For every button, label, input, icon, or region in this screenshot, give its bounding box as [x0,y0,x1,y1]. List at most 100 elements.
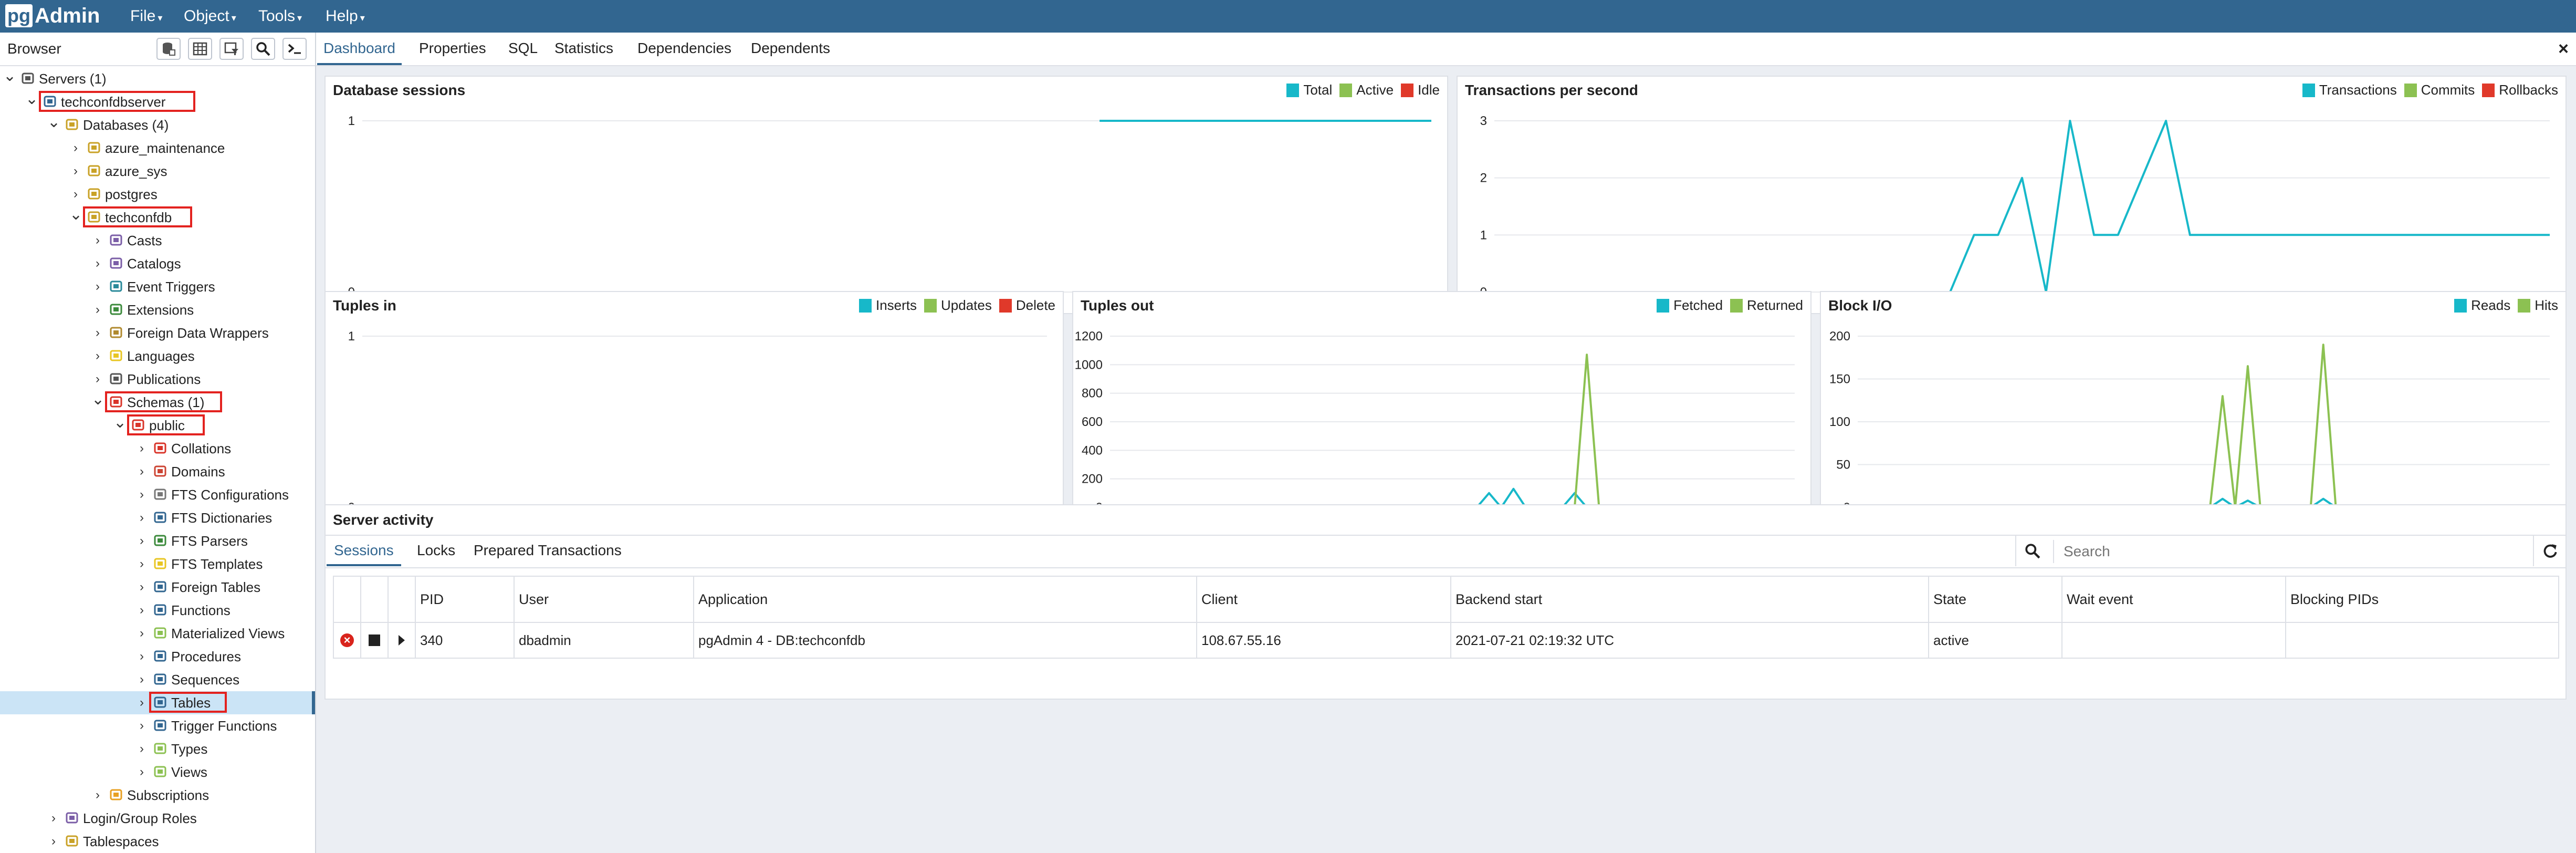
tree-item-domains[interactable]: › Domains [0,460,315,483]
header-wait-event[interactable]: Wait event [2061,576,2286,623]
menu-file[interactable]: File ▾ [130,0,162,33]
tree-item-servers-1[interactable]: ⌄ Servers (1) [0,67,315,90]
chevron-right-icon[interactable]: › [91,368,104,391]
chevron-right-icon[interactable]: › [135,691,148,714]
chevron-right-icon[interactable]: › [69,183,82,206]
tree-item-functions[interactable]: › Functions [0,599,315,622]
chevron-right-icon[interactable]: › [135,668,148,691]
tree-item-trigger-functions[interactable]: › Trigger Functions [0,714,315,737]
tree-item-types[interactable]: › Types [0,737,315,761]
tree-item-azure-maintenance[interactable]: › azure_maintenance [0,137,315,160]
chevron-down-icon[interactable]: ⌄ [3,67,16,90]
chevron-right-icon[interactable]: › [135,506,148,529]
tree-item-catalogs[interactable]: › Catalogs [0,252,315,275]
chevron-right-icon[interactable]: › [69,160,82,183]
tab-prepared-transactions[interactable]: Prepared Transactions [466,536,629,566]
chevron-right-icon[interactable]: › [135,761,148,784]
query-tool-button[interactable] [156,38,181,60]
tree-item-collations[interactable]: › Collations [0,437,315,460]
chevron-right-icon[interactable]: › [135,622,148,645]
menu-tools[interactable]: Tools ▾ [258,0,302,33]
search-input[interactable] [2053,540,2537,563]
legend-item[interactable]: Fetched [1657,297,1723,314]
chevron-right-icon[interactable]: › [91,275,104,298]
tree-item-public[interactable]: ⌄ public [0,414,315,437]
tree-item-materialized-views[interactable]: › Materialized Views [0,622,315,645]
chevron-right-icon[interactable]: › [47,830,60,853]
legend-item[interactable]: Idle [1401,82,1440,98]
legend-item[interactable]: Total [1286,82,1332,98]
chevron-right-icon[interactable]: › [135,437,148,460]
header-state[interactable]: State [1928,576,2062,623]
chevron-right-icon[interactable]: › [91,784,104,807]
psql-tool-button[interactable] [282,38,307,60]
legend-item[interactable]: Commits [2404,82,2475,98]
chevron-right-icon[interactable]: › [135,553,148,576]
chevron-right-icon[interactable]: › [91,321,104,345]
header-user[interactable]: User [514,576,694,623]
tab-statistics[interactable]: Statistics [548,33,620,65]
header-blocking-pids[interactable]: Blocking PIDs [2285,576,2559,623]
chevron-right-icon[interactable]: › [91,229,104,252]
tree-item-subscriptions[interactable]: › Subscriptions [0,784,315,807]
tree-item-schemas-1[interactable]: ⌄ Schemas (1) [0,391,315,414]
tree-item-databases-4[interactable]: ⌄ Databases (4) [0,113,315,137]
chevron-right-icon[interactable]: › [135,737,148,761]
chevron-right-icon[interactable]: › [91,298,104,321]
tree-item-login-group-roles[interactable]: › Login/Group Roles [0,807,315,830]
legend-item[interactable]: Updates [924,297,992,314]
legend-item[interactable]: Transactions [2302,82,2397,98]
chevron-right-icon[interactable]: › [135,483,148,506]
tab-dependents[interactable]: Dependents [745,33,836,65]
header-client[interactable]: Client [1196,576,1451,623]
header-pid[interactable]: PID [415,576,515,623]
chevron-right-icon[interactable]: › [91,252,104,275]
chevron-right-icon[interactable]: › [135,576,148,599]
tab-properties[interactable]: Properties [413,33,493,65]
legend-item[interactable]: Rollbacks [2482,82,2558,98]
tree-item-foreign-tables[interactable]: › Foreign Tables [0,576,315,599]
chevron-right-icon[interactable]: › [47,807,60,830]
chevron-down-icon[interactable]: ⌄ [113,414,127,437]
tree-item-tables[interactable]: › Tables [0,691,315,714]
chevron-right-icon[interactable]: › [135,529,148,553]
header-application[interactable]: Application [693,576,1197,623]
chevron-down-icon[interactable]: ⌄ [69,206,82,229]
chevron-down-icon[interactable]: ⌄ [91,391,104,414]
tab-locks[interactable]: Locks [410,536,463,566]
tree-item-extensions[interactable]: › Extensions [0,298,315,321]
legend-item[interactable]: Reads [2454,297,2510,314]
chevron-down-icon[interactable]: ⌄ [47,113,60,137]
header-backend-start[interactable]: Backend start [1450,576,1929,623]
tree-item-fts-parsers[interactable]: › FTS Parsers [0,529,315,553]
tree-item-views[interactable]: › Views [0,761,315,784]
legend-item[interactable]: Returned [1730,297,1803,314]
legend-item[interactable]: Active [1339,82,1394,98]
tree-item-sequences[interactable]: › Sequences [0,668,315,691]
stop-icon[interactable] [369,634,380,646]
tree-item-tablespaces[interactable]: › Tablespaces [0,830,315,853]
chevron-right-icon[interactable]: › [135,599,148,622]
menu-help[interactable]: Help ▾ [326,0,365,33]
tree-item-publications[interactable]: › Publications [0,368,315,391]
chevron-right-icon[interactable]: › [69,137,82,160]
tree-item-casts[interactable]: › Casts [0,229,315,252]
chevron-down-icon[interactable]: ⌄ [25,90,38,113]
tree-item-foreign-data-wrappers[interactable]: › Foreign Data Wrappers [0,321,315,345]
tree-item-azure-sys[interactable]: › azure_sys [0,160,315,183]
tree-item-fts-templates[interactable]: › FTS Templates [0,553,315,576]
tab-dashboard[interactable]: Dashboard [317,33,402,65]
tree-item-languages[interactable]: › Languages [0,345,315,368]
tab-sql[interactable]: SQL [502,33,544,65]
legend-item[interactable]: Delete [999,297,1055,314]
tab-sessions[interactable]: Sessions [327,536,401,566]
view-data-button[interactable] [188,38,212,60]
menu-object[interactable]: Object ▾ [184,0,236,33]
tree-item-fts-dictionaries[interactable]: › FTS Dictionaries [0,506,315,529]
close-panel-icon[interactable]: × [2558,33,2569,65]
tree-item-techconfdbserver[interactable]: ⌄ techconfdbserver [0,90,315,113]
legend-item[interactable]: Hits [2518,297,2558,314]
cancel-query-icon[interactable]: × [340,633,354,647]
refresh-button[interactable] [2533,536,2567,566]
tree-item-postgres[interactable]: › postgres [0,183,315,206]
